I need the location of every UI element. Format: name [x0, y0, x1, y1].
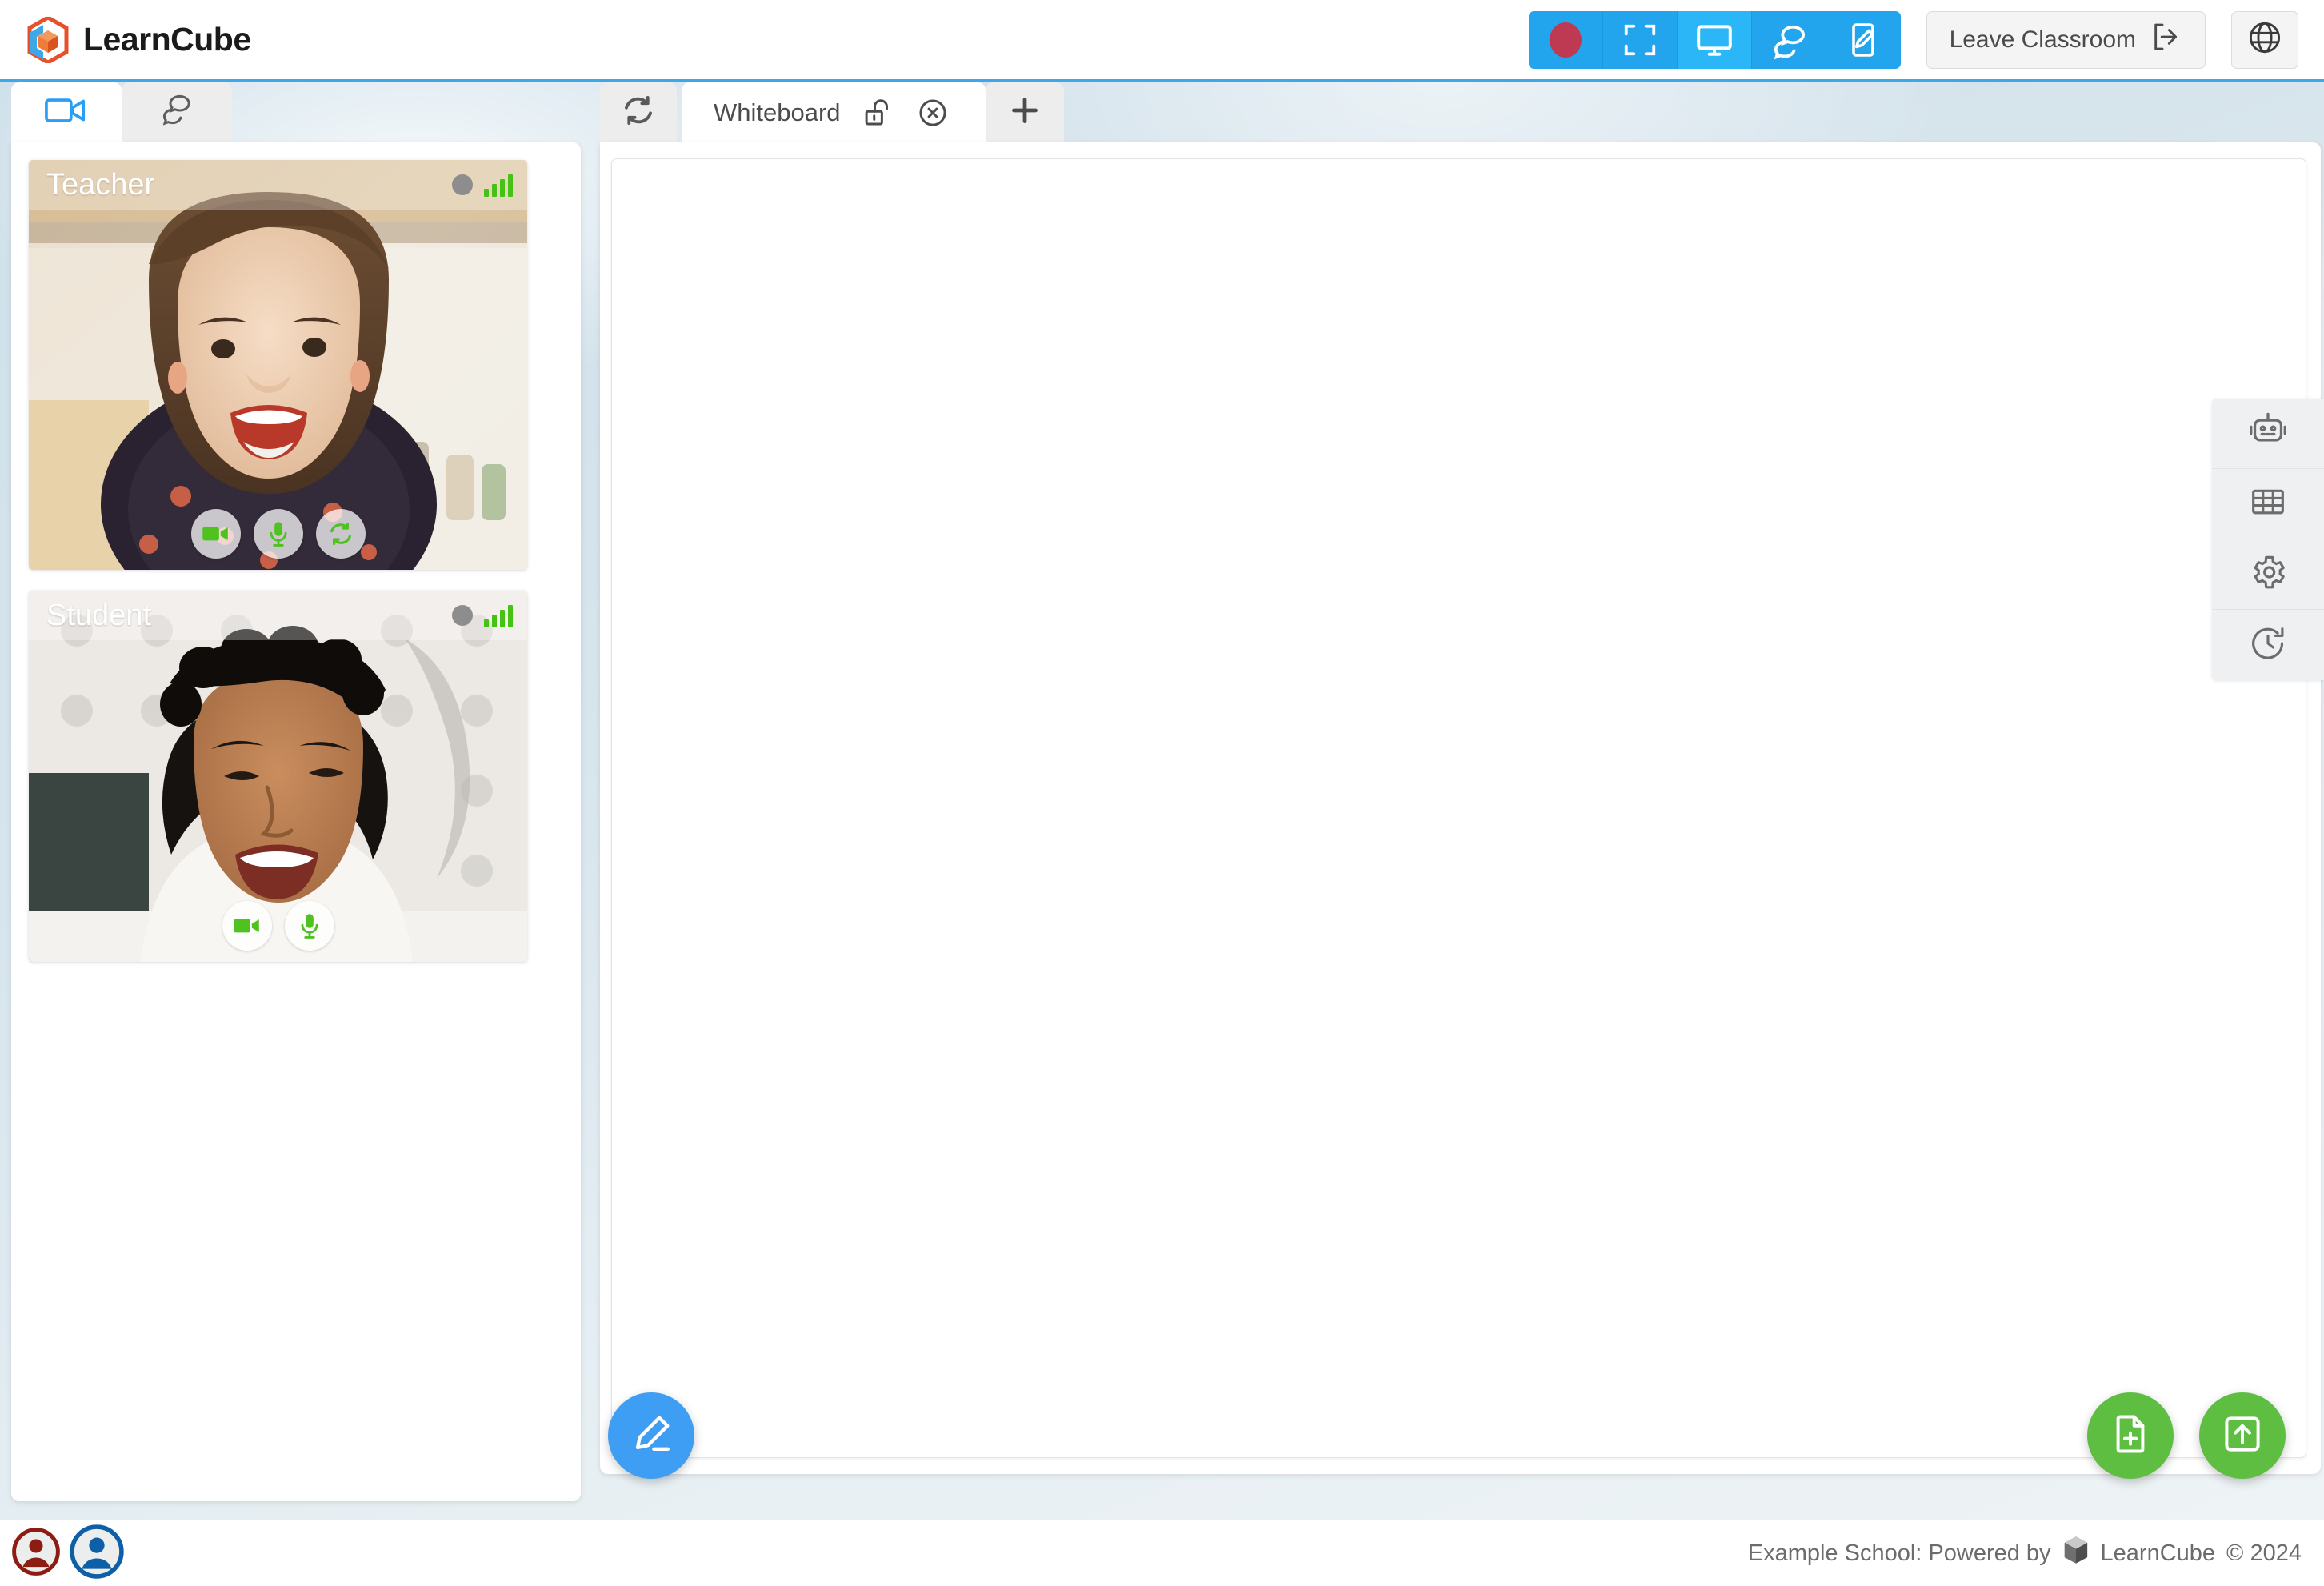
leave-classroom-label: Leave Classroom	[1949, 26, 2136, 53]
status-dot-icon	[452, 174, 473, 195]
tab-whiteboard-label: Whiteboard	[714, 98, 841, 126]
pen-tablet-icon	[1844, 21, 1882, 59]
exit-arrow-icon	[2150, 21, 2182, 59]
monitor-screen-icon	[1694, 20, 1734, 60]
grid-table-icon	[2248, 482, 2288, 526]
sidebar-content: Teacher Student	[11, 142, 581, 1501]
record-circle-icon	[1549, 22, 1582, 58]
footer-avatars	[11, 1524, 125, 1584]
whiteboard-tool-rail	[2212, 399, 2324, 680]
sidebar-panel: Teacher Student	[11, 82, 581, 1520]
header-actions: Leave Classroom	[1528, 10, 2298, 69]
fullscreen-button[interactable]	[1602, 10, 1678, 69]
learncube-cube-icon	[2062, 1535, 2090, 1572]
learncube-hexcube-logo-icon	[27, 16, 69, 63]
tab-whiteboard[interactable]: Whiteboard	[682, 82, 986, 142]
globe-icon	[2246, 19, 2283, 60]
gear-icon	[2248, 552, 2288, 596]
classroom-body: Teacher Student Whiteboard	[0, 82, 2324, 1520]
student-camera-toggle[interactable]	[222, 901, 272, 951]
sidebar-tabs	[11, 82, 581, 142]
new-document-button[interactable]	[2087, 1392, 2174, 1479]
whiteboard-panel	[600, 142, 2321, 1474]
learncube-classroom-app: LearnCube Leave Classroom Teacher Studen…	[0, 0, 2324, 1586]
signal-bars-icon	[484, 603, 513, 627]
avatar-student[interactable]	[69, 1524, 125, 1584]
teacher-mic-toggle[interactable]	[253, 509, 303, 559]
status-dot-icon	[452, 605, 473, 626]
main-workspace: Whiteboard	[592, 82, 2324, 1520]
chat-bubbles-icon	[1769, 20, 1809, 60]
avatar-teacher[interactable]	[11, 1527, 61, 1580]
whiteboard-canvas[interactable]	[611, 158, 2306, 1458]
product-name-label: LearnCube	[2100, 1540, 2216, 1566]
sidebar-item-video[interactable]	[11, 82, 122, 142]
rail-settings[interactable]	[2212, 539, 2324, 610]
upload-arrow-icon	[2220, 1412, 2265, 1460]
leave-classroom-button[interactable]: Leave Classroom	[1926, 10, 2206, 69]
language-button[interactable]	[2231, 10, 2298, 69]
student-tile-controls	[29, 901, 527, 951]
student-status	[452, 603, 513, 627]
chat-button[interactable]	[1751, 10, 1826, 69]
pencil-icon	[628, 1411, 674, 1461]
refresh-icon	[621, 93, 656, 132]
close-circle-icon[interactable]	[916, 96, 950, 130]
rail-history[interactable]	[2212, 610, 2324, 680]
robot-icon	[2247, 411, 2289, 456]
footer-credit: Example School: Powered by LearnCube © 2…	[1748, 1535, 2302, 1572]
clock-history-icon	[2248, 623, 2288, 667]
record-button[interactable]	[1528, 10, 1603, 69]
plus-icon	[1007, 93, 1042, 132]
video-camera-icon	[45, 95, 88, 130]
rail-grid[interactable]	[2212, 469, 2324, 539]
whiteboard-tabbar: Whiteboard	[592, 82, 2324, 142]
student-mic-toggle[interactable]	[284, 901, 334, 951]
fullscreen-expand-icon	[1622, 22, 1658, 58]
brand-name: LearnCube	[83, 21, 251, 58]
padlock-open-icon[interactable]	[862, 96, 895, 130]
signal-bars-icon	[484, 173, 513, 197]
teacher-swap-camera[interactable]	[315, 509, 366, 559]
teacher-tile-bar: Teacher	[29, 160, 527, 210]
copyright-label: © 2024	[2226, 1540, 2302, 1566]
annotate-button[interactable]	[1826, 10, 1901, 69]
upload-button[interactable]	[2199, 1392, 2286, 1479]
draw-tool-button[interactable]	[608, 1392, 694, 1479]
document-plus-icon	[2108, 1412, 2153, 1460]
school-name-label: Example School: Powered by	[1747, 1540, 2051, 1566]
classroom-tool-group	[1528, 10, 1901, 69]
participant-tile-teacher[interactable]: Teacher	[29, 160, 527, 570]
teacher-tile-controls	[29, 509, 527, 559]
teacher-status	[452, 173, 513, 197]
participant-tile-student[interactable]: Student	[29, 591, 527, 962]
teacher-name-label: Teacher	[46, 168, 155, 202]
app-footer: Example School: Powered by LearnCube © 2…	[0, 1520, 2324, 1586]
refresh-board-button[interactable]	[600, 82, 677, 142]
rail-ai-assistant[interactable]	[2212, 399, 2324, 469]
add-tab-button[interactable]	[986, 82, 1064, 142]
teacher-camera-toggle[interactable]	[190, 509, 241, 559]
app-header: LearnCube Leave Classroom	[0, 0, 2324, 82]
screenshare-button[interactable]	[1677, 10, 1752, 69]
chat-bubbles-icon	[156, 93, 198, 132]
student-name-label: Student	[46, 599, 151, 632]
brand: LearnCube	[27, 16, 251, 63]
sidebar-item-chat[interactable]	[122, 82, 232, 142]
student-tile-bar: Student	[29, 591, 527, 640]
